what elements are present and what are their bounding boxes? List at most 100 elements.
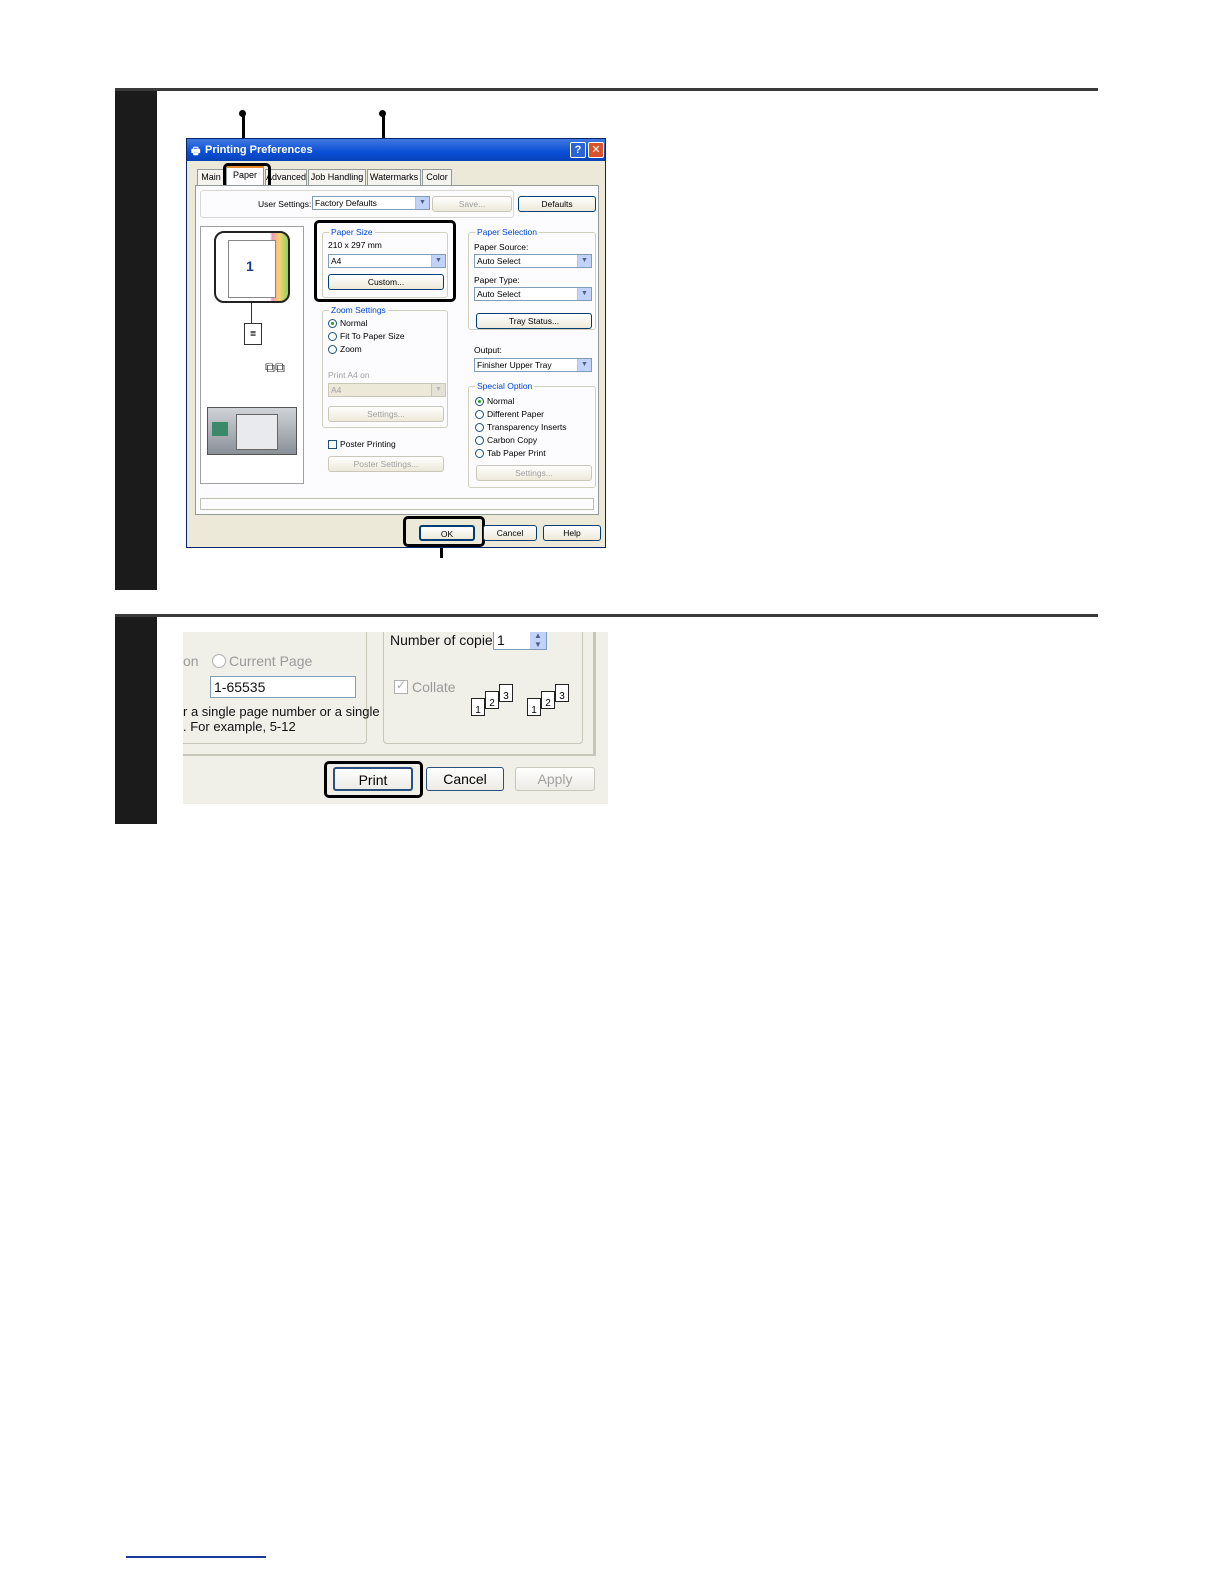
- copies-input[interactable]: 1 ▲ ▼: [493, 632, 547, 650]
- printer-panel: [236, 414, 278, 450]
- preview-page-number: 1: [246, 258, 254, 274]
- chevron-down-icon: ▼: [577, 359, 591, 371]
- pages-hint-1: r a single page number or a single: [183, 704, 380, 719]
- output-label: Output:: [474, 345, 502, 355]
- tab-panel: User Settings: Factory Defaults ▼ Save..…: [195, 185, 599, 515]
- footer-link-underline: [126, 1556, 266, 1558]
- ok-button-callout: [403, 516, 485, 547]
- special-tab-paper-label: Tab Paper Print: [487, 448, 546, 458]
- check-icon: ✓: [396, 678, 407, 692]
- print-button-callout: [324, 761, 423, 798]
- dialog-edge: [593, 632, 596, 756]
- user-settings-value: Factory Defaults: [315, 198, 377, 208]
- collate-page-3b: 3: [555, 684, 569, 702]
- special-carbon-copy-label: Carbon Copy: [487, 435, 538, 445]
- special-settings-button[interactable]: Settings...: [476, 465, 592, 481]
- paper-source-label: Paper Source:: [474, 242, 529, 252]
- user-settings-label: User Settings:: [258, 199, 312, 209]
- collate-page-3a: 3: [499, 684, 513, 702]
- special-option-label: Special Option: [475, 381, 535, 391]
- pages-value: 1-65535: [214, 679, 266, 695]
- tab-main[interactable]: Main: [197, 169, 225, 185]
- user-settings-select[interactable]: Factory Defaults ▼: [312, 196, 430, 210]
- preview-pane: 1 ≣ ⧉⧉: [200, 226, 304, 484]
- special-tab-paper-radio[interactable]: [475, 449, 484, 458]
- poster-settings-button[interactable]: Poster Settings...: [328, 456, 444, 472]
- collate-page-1a: 1: [471, 698, 485, 716]
- chevron-down-icon: ▼: [431, 384, 445, 396]
- preview-connector: [251, 303, 252, 323]
- cancel-print-button[interactable]: Cancel: [426, 767, 504, 791]
- cancel-button[interactable]: Cancel: [483, 525, 537, 541]
- paper-source-value: Auto Select: [477, 256, 521, 266]
- spinner-icon[interactable]: ▲ ▼: [530, 632, 546, 649]
- zoom-fit-label: Fit To Paper Size: [340, 331, 405, 341]
- callout-dot-2: [379, 110, 386, 117]
- copies-value: 1: [497, 632, 505, 648]
- step-bar-2: [115, 614, 157, 824]
- paper-selection-label: Paper Selection: [475, 227, 540, 237]
- save-button[interactable]: Save...: [432, 196, 512, 212]
- help-button[interactable]: Help: [543, 525, 601, 541]
- current-page-label: Current Page: [229, 653, 313, 669]
- special-transparency-label: Transparency Inserts: [487, 422, 567, 432]
- step-rule-2: [115, 614, 1098, 617]
- paper-type-label: Paper Type:: [474, 275, 520, 285]
- page-preview: 1: [214, 231, 290, 303]
- print-on-select[interactable]: A4 ▼: [328, 383, 446, 397]
- special-normal-radio[interactable]: [475, 397, 484, 406]
- step-bar-1: [115, 88, 157, 590]
- pages-input[interactable]: 1-65535: [210, 676, 356, 698]
- collate-page-2a: 2: [485, 691, 499, 709]
- zoom-zoom-label: Zoom: [340, 344, 362, 354]
- zoom-fit-radio[interactable]: [328, 332, 337, 341]
- printer-tray: [212, 422, 228, 436]
- collate-page-2b: 2: [541, 691, 555, 709]
- zoom-settings-button[interactable]: Settings...: [328, 406, 444, 422]
- current-page-radio[interactable]: [212, 654, 226, 668]
- printer-machine-icon: [207, 407, 297, 455]
- collate-label: Collate: [412, 679, 456, 695]
- close-button[interactable]: ✕: [588, 142, 604, 158]
- tab-color[interactable]: Color: [422, 169, 452, 185]
- special-different-paper-label: Different Paper: [487, 409, 545, 419]
- print-on-value: A4: [331, 385, 342, 395]
- special-transparency-radio[interactable]: [475, 423, 484, 432]
- step-rule-1: [115, 88, 1098, 91]
- dialog-title: Printing Preferences: [205, 144, 313, 156]
- help-title-button[interactable]: ?: [570, 142, 586, 158]
- poster-printing-label: Poster Printing: [340, 439, 396, 449]
- output-value: Finisher Upper Tray: [477, 360, 552, 370]
- zoom-normal-radio[interactable]: [328, 319, 337, 328]
- tab-watermarks[interactable]: Watermarks: [367, 169, 421, 185]
- print-on-label: Print A4 on: [328, 370, 370, 380]
- paper-type-value: Auto Select: [477, 289, 521, 299]
- poster-printing-checkbox[interactable]: [328, 440, 337, 449]
- printer-icon: 🖶: [191, 146, 201, 157]
- special-different-paper-radio[interactable]: [475, 410, 484, 419]
- document-icon: ≣: [244, 323, 262, 345]
- special-carbon-copy-radio[interactable]: [475, 436, 484, 445]
- page-range-partial-label: on: [183, 653, 199, 669]
- pages-hint-2: . For example, 5-12: [183, 719, 296, 734]
- chevron-down-icon: ▼: [577, 288, 591, 300]
- tray-status-button[interactable]: Tray Status...: [476, 313, 592, 329]
- special-normal-label: Normal: [487, 396, 515, 406]
- zoom-normal-label: Normal: [340, 318, 368, 328]
- chevron-down-icon: ▼: [577, 255, 591, 267]
- tab-job-handling[interactable]: Job Handling: [308, 169, 366, 185]
- zoom-zoom-radio[interactable]: [328, 345, 337, 354]
- status-strip: [200, 498, 594, 510]
- printing-preferences-dialog: 🖶 Printing Preferences ? ✕ Main Paper Ad…: [186, 138, 606, 548]
- paper-source-select[interactable]: Auto Select ▼: [474, 254, 592, 268]
- copies-label: Number of copies:: [390, 632, 504, 648]
- defaults-button[interactable]: Defaults: [518, 196, 596, 212]
- title-bar: 🖶 Printing Preferences ? ✕: [187, 139, 605, 161]
- output-select[interactable]: Finisher Upper Tray ▼: [474, 358, 592, 372]
- apply-button[interactable]: Apply: [515, 767, 595, 791]
- print-dialog-crop: on Current Page 1-65535 r a single page …: [183, 632, 608, 804]
- footer-separator: [183, 754, 596, 756]
- collate-page-1b: 1: [527, 698, 541, 716]
- paper-type-select[interactable]: Auto Select ▼: [474, 287, 592, 301]
- tab-advanced[interactable]: Advanced: [265, 169, 307, 185]
